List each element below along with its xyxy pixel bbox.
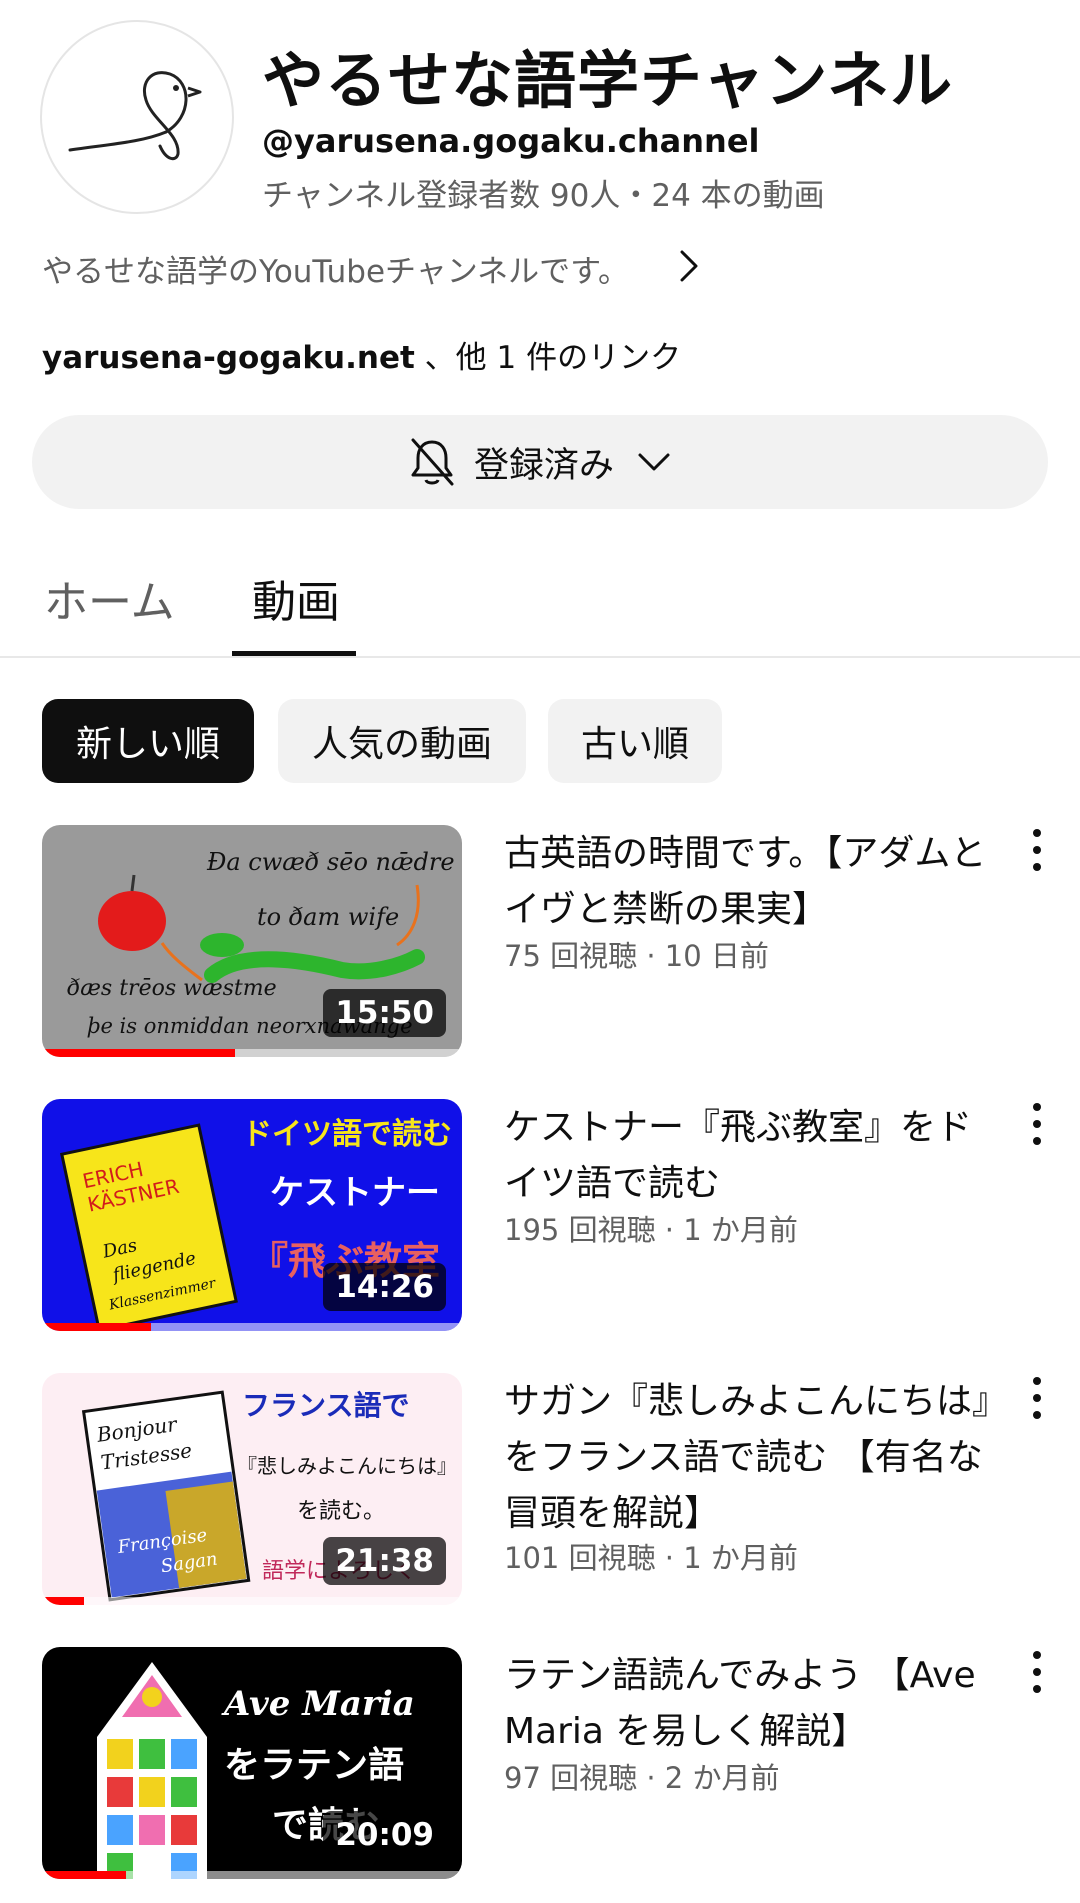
thumb-text-line: ケストナー [270, 1173, 440, 1213]
channel-avatar[interactable] [40, 20, 234, 214]
channel-name: やるせな語学チャンネル [262, 44, 954, 117]
video-meta: 195 回視聴 · 1 か月前 [504, 1213, 798, 1247]
watch-progress-bar [42, 1597, 84, 1605]
more-options-icon[interactable] [1022, 1647, 1052, 1697]
thumb-text-line: ðæs trēos wæstme [67, 976, 277, 1001]
channel-link-url[interactable]: yarusena-gogaku.net [42, 340, 415, 376]
tab-home[interactable]: ホーム [44, 566, 175, 630]
video-title[interactable]: サガン『悲しみよこんにちは』をフランス語で読む 【有名な冒頭を解説】 [504, 1374, 1004, 1542]
more-options-icon[interactable] [1022, 1099, 1052, 1149]
thumb-text-line: フランス語で [242, 1389, 409, 1422]
video-title[interactable]: 古英語の時間です。【アダムとイヴと禁断の果実】 [504, 826, 1004, 938]
subscribed-label: 登録済み [473, 445, 614, 486]
video-thumbnail[interactable]: Ave Maria をラテン語 で読む 20:09 [42, 1647, 462, 1879]
video-thumbnail[interactable]: ERICH KÄSTNER Das fliegende Klassenzimme… [42, 1099, 462, 1331]
chip-popular[interactable]: 人気の動画 [278, 699, 526, 783]
video-duration: 21:38 [323, 1537, 446, 1585]
watch-progress-track [42, 1597, 462, 1605]
chevron-right-icon[interactable] [668, 246, 708, 286]
tab-videos[interactable]: 動画 [252, 566, 340, 630]
tab-divider [0, 656, 1080, 658]
thumb-text-line: をラテン語 [224, 1745, 404, 1786]
watch-progress-bar [42, 1323, 152, 1331]
channel-link-more: 、他 1 件のリンク [414, 340, 682, 376]
video-duration: 14:26 [323, 1263, 446, 1311]
video-duration: 15:50 [323, 989, 446, 1037]
video-meta: 75 回視聴 · 10 日前 [504, 939, 769, 973]
video-title[interactable]: ラテン語読んでみよう 【Ave Maria を易しく解説】 [504, 1648, 1004, 1760]
chip-oldest[interactable]: 古い順 [548, 699, 722, 783]
bird-doodle-icon [68, 71, 202, 161]
channel-handle: @yarusena.gogaku.channel [262, 122, 760, 160]
thumb-text-line: ドイツ語で読む [242, 1117, 452, 1152]
chip-newest[interactable]: 新しい順 [42, 699, 254, 783]
thumb-text-line: を読む。 [297, 1499, 385, 1524]
chevron-down-icon [638, 453, 670, 471]
channel-description[interactable]: やるせな語学のYouTubeチャンネルです。 [42, 246, 629, 291]
video-meta: 97 回視聴 · 2 か月前 [504, 1761, 780, 1795]
video-duration: 20:09 [323, 1811, 446, 1859]
channel-stats: チャンネル登録者数 90人・24 本の動画 [262, 178, 825, 214]
video-thumbnail[interactable]: Đa cwæð sēo nǣdre to ðam wife ðæs trēos … [42, 825, 462, 1057]
more-options-icon[interactable] [1022, 1373, 1052, 1423]
more-options-icon[interactable] [1022, 825, 1052, 875]
thumb-text-line: to ðam wife [257, 903, 399, 931]
bell-off-icon [411, 438, 454, 486]
video-title[interactable]: ケストナー『飛ぶ教室』をドイツ語で読む [504, 1100, 1004, 1212]
watch-progress-bar [42, 1871, 126, 1879]
video-meta: 101 回視聴 · 1 か月前 [504, 1541, 798, 1575]
channel-links[interactable]: yarusena-gogaku.net 、他 1 件のリンク [42, 332, 681, 377]
subscribed-button[interactable]: 登録済み [32, 415, 1048, 509]
thumb-text-line: 『悲しみよこんにちは』 [237, 1454, 457, 1478]
thumb-text-line: Ave Maria [221, 1684, 415, 1724]
video-thumbnail[interactable]: Bonjour Tristesse Françoise Sagan フランス語で… [42, 1373, 462, 1605]
thumb-text-line: Đa cwæð sēo nǣdre [206, 848, 455, 876]
watch-progress-bar [42, 1049, 236, 1057]
